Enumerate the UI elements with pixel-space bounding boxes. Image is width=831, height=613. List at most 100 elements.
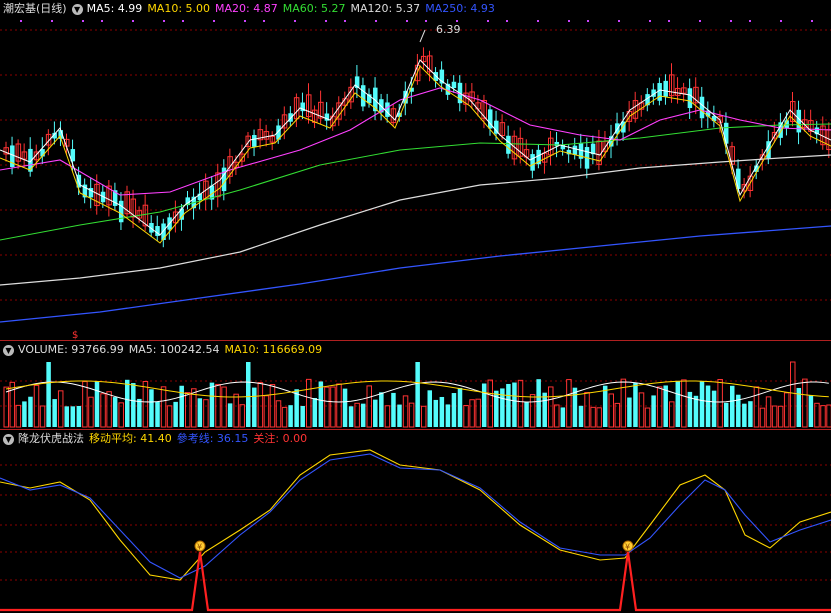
volume-bar [415,362,420,427]
candle-body [385,102,390,117]
volume-bar [354,402,360,428]
volume-bar [771,405,778,428]
volume-bar [300,405,305,427]
volume-bar [420,405,427,428]
signal-dot [749,20,751,22]
volume-bar [106,391,112,428]
volume-bar [239,404,245,428]
volume-bar [3,386,9,428]
ma-legend-item: MA120: 5.37 [350,2,421,15]
volume-bar [675,381,681,427]
candle-body [657,83,662,101]
volume-bar [578,405,584,427]
candle-body [451,81,457,89]
ma5-line [0,59,831,236]
volume-bar [469,399,475,428]
volume-bar [602,385,608,427]
volume-bar [336,383,342,428]
volume-bar [166,405,173,428]
volume-bar [342,388,348,427]
indicator-chart[interactable]: ¥ ¥ [0,430,831,613]
volume-bar [246,362,251,427]
signal-dot [487,20,489,22]
volume-bar [70,406,76,427]
high-pointer [419,29,426,43]
volume-bar [584,391,590,428]
volume-bar [808,395,814,427]
volume-bar [52,399,57,427]
volume-bar [142,380,149,428]
coin-symbol: ¥ [625,543,630,552]
volume-bar [753,386,760,428]
volume-bar [524,401,529,427]
volume-bar [457,387,463,427]
signal-dot [568,20,570,22]
volume-bar [705,385,711,427]
volume-bar [512,382,517,427]
volume-value: VOLUME: 93766.99 [18,343,124,356]
volume-bar [330,386,336,428]
volume-bar [620,378,627,428]
volume-bar [76,405,82,427]
price-chart[interactable]: 6.39 $ [0,0,831,340]
volume-bar [475,398,481,428]
volume-bar [529,394,536,428]
chevron-down-icon[interactable]: ▼ [3,433,14,445]
price-legend: 潮宏基(日线) ▼ MA5: 4.99 MA10: 5.00 MA20: 4.87 M… [0,0,500,18]
volume-bar [487,379,493,428]
signal-dot [811,20,813,22]
volume-bar [638,392,645,428]
chevron-down-icon[interactable]: ▼ [3,344,14,356]
volume-bar [94,381,100,427]
volume-bar [160,386,167,428]
volume-bar [451,393,457,427]
volume-bar [633,382,638,427]
volume-bar [748,401,753,427]
volume-bar [185,392,191,428]
signal-dot [344,20,346,22]
volume-bar [281,406,288,428]
volume-bar [179,385,184,427]
candle-body [252,135,257,147]
indicator-title: 降龙伏虎战法 [18,432,84,445]
volume-bar [536,379,541,427]
stock-title[interactable]: 潮宏基(日线) [3,0,67,18]
volume-bar [820,405,826,428]
volume-bar [221,386,227,428]
signal-dot [537,20,539,22]
volume-bar [590,406,596,428]
volume-bar [373,399,378,427]
signal-dot [456,20,458,22]
volume-bar [318,381,324,427]
volume-bar [560,407,566,427]
candle-body [506,135,511,154]
signal-dot [506,20,508,22]
volume-bar [814,402,820,428]
ma-legend-item: MA20: 4.87 [215,2,278,15]
volume-bar [554,404,560,428]
volume-bar [651,395,656,427]
volume-bar [324,386,330,428]
candle-body [736,168,741,189]
volume-panel[interactable]: ▼ VOLUME: 93766.99 MA5: 100242.54 MA10: … [0,341,831,429]
chevron-down-icon[interactable]: ▼ [71,3,83,15]
volume-bar [730,385,735,427]
volume-bar [82,381,88,428]
ma-legend-items: MA5: 4.99 MA10: 5.00 MA20: 4.87 MA60: 5.27 M… [87,0,500,18]
signal-dot [163,20,165,22]
volume-bar [783,392,790,428]
candle-body [530,154,535,171]
volume-legend: ▼ VOLUME: 93766.99 MA5: 100242.54 MA10: … [0,341,327,359]
volume-bar [826,404,831,428]
price-panel[interactable]: 潮宏基(日线) ▼ MA5: 4.99 MA10: 5.00 MA20: 4.87 M… [0,0,831,340]
volume-bar [112,397,118,427]
volume-bar [439,396,445,427]
indicator-panel[interactable]: ▼ 降龙伏虎战法 移动平均: 41.40 參考线: 36.15 关注: 0.00… [0,430,831,613]
signal-dot [213,20,215,22]
volume-bar [506,383,511,427]
candle-body [699,96,705,119]
volume-bar [233,393,239,428]
volume-bar [693,395,699,427]
coin-symbol: ¥ [197,543,202,552]
volume-bar [644,407,651,428]
